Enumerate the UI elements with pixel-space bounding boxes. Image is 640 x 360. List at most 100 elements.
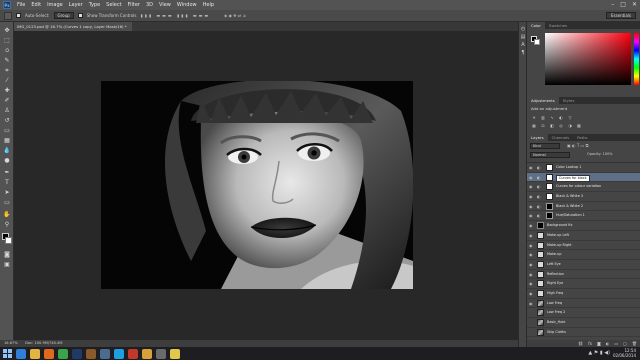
skype-taskbar-icon[interactable] xyxy=(114,348,124,359)
layer-thumbnail[interactable] xyxy=(537,299,544,307)
layer-row[interactable]: ◉ Background fix xyxy=(527,221,640,231)
document-canvas-photo[interactable] xyxy=(101,81,413,289)
zoom-tool-icon[interactable]: ⚲ xyxy=(2,220,12,229)
eraser-tool-icon[interactable]: ▭ xyxy=(2,126,12,135)
layer-row[interactable]: ◉ Right Eye xyxy=(527,279,640,289)
shape-tool-icon[interactable]: ▭ xyxy=(2,198,12,207)
layer-style-icon[interactable]: fx xyxy=(588,340,592,347)
layer-row[interactable]: ◉ High Freq xyxy=(527,289,640,299)
layer-name[interactable]: Make-up Left xyxy=(547,231,569,241)
move-tool-icon[interactable]: ✥ xyxy=(2,26,12,35)
visibility-eye-icon[interactable]: ◉ xyxy=(529,204,534,209)
new-layer-icon[interactable]: ▢ xyxy=(623,340,627,347)
layer-thumbnail[interactable] xyxy=(537,260,544,268)
layer-filter-icons[interactable]: ▣ ◐ T ▭ ⧉ xyxy=(567,143,588,148)
layer-name[interactable]: High Freq xyxy=(547,289,563,299)
layer-row[interactable]: Low Freq 2 xyxy=(527,308,640,318)
lightroom-taskbar-icon[interactable] xyxy=(100,348,110,359)
visibility-eye-icon[interactable] xyxy=(529,320,534,325)
layer-mask-thumbnail[interactable] xyxy=(546,202,553,210)
layer-mask-thumbnail[interactable] xyxy=(546,212,553,220)
layer-mask-thumbnail[interactable] xyxy=(546,193,553,201)
layer-row[interactable]: ◉ Make-up Left xyxy=(527,231,640,241)
layer-row[interactable]: ◉ ◐ Black & White 3 xyxy=(527,192,640,202)
menu-help[interactable]: Help xyxy=(203,2,214,8)
quick-select-tool-icon[interactable]: ✎ xyxy=(2,56,12,65)
layer-name[interactable]: Hue/Saturation 1 xyxy=(556,211,585,221)
auto-select-dropdown[interactable]: Group xyxy=(53,12,74,19)
layer-row[interactable]: ◉ Low Freq xyxy=(527,299,640,309)
levels-icon[interactable]: ▥ xyxy=(540,115,546,121)
chrome-taskbar-icon[interactable] xyxy=(58,348,68,359)
gradient-tool-icon[interactable]: ▦ xyxy=(2,136,12,145)
transform-controls-checkbox[interactable] xyxy=(77,13,83,18)
clone-stamp-tool-icon[interactable]: ♙ xyxy=(2,106,12,115)
color-lookup-icon[interactable]: ▩ xyxy=(576,123,582,129)
visibility-eye-icon[interactable]: ◉ xyxy=(529,213,534,218)
black-white-icon[interactable]: ◧ xyxy=(549,123,555,129)
path-select-tool-icon[interactable]: ➤ xyxy=(2,188,12,197)
notes-taskbar-icon[interactable] xyxy=(170,348,180,359)
layer-row[interactable]: ◉ ◐ Curves for colour variation xyxy=(527,182,640,193)
link-layers-icon[interactable]: ⛓ xyxy=(578,340,583,347)
layer-name[interactable]: Background fix xyxy=(547,221,572,231)
taskbar-clock[interactable]: 12:54 02/06/2014 xyxy=(613,348,636,358)
layer-row[interactable]: Skip Cloths xyxy=(527,328,640,338)
layer-row[interactable]: ◉ Left Eye xyxy=(527,260,640,270)
visibility-eye-icon[interactable]: ◉ xyxy=(529,184,534,189)
layer-name[interactable]: Reflection xyxy=(547,270,564,280)
document-info[interactable]: Doc: 100.9M/740.4M xyxy=(25,341,62,345)
add-mask-icon[interactable]: ◙ xyxy=(597,340,601,347)
layer-name[interactable]: Left Eye xyxy=(547,260,561,270)
layer-row[interactable]: ◉ Reflection xyxy=(527,270,640,280)
menu-image[interactable]: Image xyxy=(47,2,63,8)
visibility-eye-icon[interactable]: ◉ xyxy=(529,223,534,228)
curves-icon[interactable]: ∿ xyxy=(549,115,555,121)
photoshop-taskbar-icon[interactable] xyxy=(72,348,82,359)
new-adjustment-icon[interactable]: ◐ xyxy=(606,340,610,347)
layer-name[interactable]: Color Lookup 1 xyxy=(556,163,581,173)
layer-name[interactable]: Black & White 2 xyxy=(556,202,583,212)
layer-thumbnail[interactable] xyxy=(537,231,544,239)
layer-name[interactable]: Skip Cloths xyxy=(547,328,566,338)
layer-mask-thumbnail[interactable] xyxy=(546,173,553,181)
visibility-eye-icon[interactable]: ◉ xyxy=(529,175,534,180)
layer-thumbnail[interactable] xyxy=(537,319,544,326)
new-group-icon[interactable]: ▭ xyxy=(614,340,618,347)
menu-edit[interactable]: Edit xyxy=(31,2,41,8)
mail-taskbar-icon[interactable] xyxy=(128,348,138,359)
layer-row[interactable]: ◉ ◐ Black & White 2 xyxy=(527,202,640,212)
visibility-eye-icon[interactable]: ◉ xyxy=(529,243,534,248)
visibility-eye-icon[interactable]: ◉ xyxy=(529,281,534,286)
3d-mode-icons[interactable]: ◈ ◉ ✥ ⇄ ⇲ xyxy=(224,13,246,18)
blur-tool-icon[interactable]: 💧 xyxy=(2,146,12,155)
tab-color[interactable]: Color xyxy=(527,22,545,29)
history-brush-tool-icon[interactable]: ↺ xyxy=(2,116,12,125)
hue-slider[interactable] xyxy=(634,33,639,85)
tab-swatches[interactable]: Swatches xyxy=(545,22,571,29)
tab-adjustments[interactable]: Adjustments xyxy=(527,97,559,104)
visibility-eye-icon[interactable]: ◉ xyxy=(529,262,534,267)
visibility-eye-icon[interactable]: ◉ xyxy=(529,233,534,238)
tab-channels[interactable]: Channels xyxy=(548,134,574,141)
layer-name[interactable]: Curves for black xyxy=(556,174,590,183)
lasso-tool-icon[interactable]: ഠ xyxy=(2,46,12,55)
layer-thumbnail[interactable] xyxy=(537,270,544,278)
paragraph-panel-icon[interactable]: ¶ xyxy=(520,50,526,56)
menu-view[interactable]: View xyxy=(159,2,171,8)
layer-thumbnail[interactable] xyxy=(537,251,544,259)
eyedropper-tool-icon[interactable]: ⁄ xyxy=(2,76,12,85)
layer-name[interactable]: Curves for colour variation xyxy=(556,182,601,192)
layer-row[interactable]: ◉ ◐ Curves for black xyxy=(527,172,640,183)
menu-type[interactable]: Type xyxy=(89,2,100,8)
auto-select-checkbox[interactable] xyxy=(16,13,21,18)
media-taskbar-icon[interactable] xyxy=(44,348,54,359)
brightness-icon[interactable]: ☀ xyxy=(531,115,537,121)
bridge-taskbar-icon[interactable] xyxy=(86,348,96,359)
visibility-eye-icon[interactable]: ◉ xyxy=(529,272,534,277)
move-tool-preset-icon[interactable] xyxy=(4,11,12,20)
layer-name[interactable]: Low Freq 2 xyxy=(547,308,565,318)
visibility-eye-icon[interactable]: ◉ xyxy=(529,194,534,199)
canvas-workspace[interactable] xyxy=(14,31,518,340)
hue-saturation-icon[interactable]: ▦ xyxy=(531,123,537,129)
